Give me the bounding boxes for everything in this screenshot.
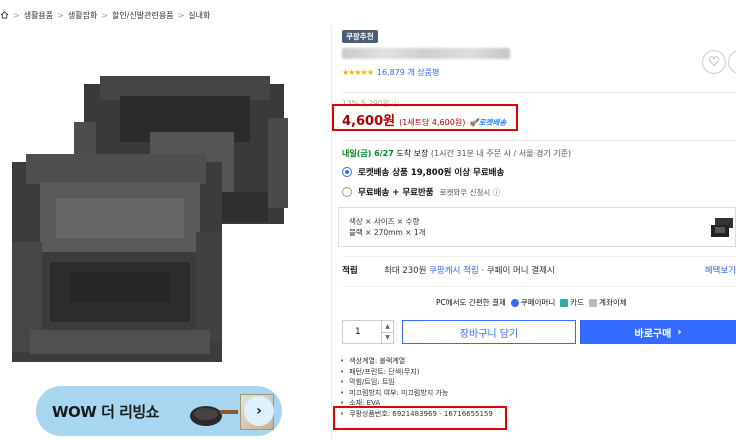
home-icon[interactable] [0, 11, 9, 19]
breadcrumb-item-shoes-care[interactable]: 할인/신발관련용품 [112, 10, 174, 21]
arrival-guarantee: 도착 보장 [396, 149, 429, 158]
shipping-option-wow[interactable]: 무료배송 + 무료반품 로켓와우 신청시 ⓘ [342, 186, 500, 198]
breadcrumb-sep: > [13, 10, 20, 20]
shipping-option-label: 로켓배송 상품 19,800원 이상 무료배송 [358, 168, 505, 178]
shipping-option-sub: 로켓와우 신청시 ⓘ [439, 187, 501, 197]
bank-label: 계좌이체 [599, 298, 627, 307]
unit-price: (1세트당 4,600원) [399, 118, 466, 127]
chevron-right-icon: › [677, 326, 682, 338]
bank-option: 계좌이체 [589, 297, 627, 308]
quantity-stepper[interactable]: 1 ▲ ▼ [342, 320, 394, 344]
benefit-row: 적립 최대 230원 쿠팡캐시 적립 · 쿠페이 머니 결제시 혜택보기 [342, 264, 736, 278]
coupay-option: 쿠페이머니 [510, 297, 556, 308]
list-item: 미끄럼방지 여부: 미끄럼방지 가능 [340, 388, 493, 399]
breadcrumb-item-living[interactable]: 생활용품 [24, 10, 53, 21]
radio-selected[interactable] [342, 167, 352, 177]
shipping-option-label: 무료배송 + 무료반품 [358, 188, 434, 198]
divider [342, 92, 736, 93]
product-code-highlight-box [333, 406, 507, 430]
benefit-amount: 최대 230원 [384, 266, 427, 276]
benefit-more-link[interactable]: 혜택보기 [705, 264, 736, 276]
coupang-recommend-badge: 쿠팡추천 [342, 30, 378, 43]
wow-living-show-banner[interactable]: WOW 더 리빙쇼 › [36, 386, 282, 436]
card-icon [560, 299, 569, 307]
quantity-arrows: ▲ ▼ [381, 321, 393, 343]
benefit-condition: · 쿠페이 머니 결제시 [481, 266, 555, 276]
share-icon[interactable] [728, 50, 736, 74]
option-selector[interactable]: 색상 × 사이즈 × 수량 블랙 × 270mm × 1개 [338, 207, 736, 247]
bank-icon [589, 299, 598, 307]
pc-pay-label: PC에서도 간편한 결제 [436, 298, 506, 307]
banner-title: WOW 더 리빙쇼 [52, 403, 160, 421]
radio-unselected[interactable] [342, 187, 352, 197]
sale-price: 4,600원 [342, 114, 396, 129]
divider [342, 140, 736, 141]
arrival-info: 내일(금) 6/27 도착 보장 (1시간 31분 내 주문 시 / 서울⋅경기… [342, 148, 571, 159]
shipping-option-rocket[interactable]: 로켓배송 상품 19,800원 이상 무료배송 [342, 166, 504, 178]
add-to-cart-button[interactable]: 장바구니 담기 [402, 320, 576, 344]
benefit-text: 최대 230원 쿠팡캐시 적립 · 쿠페이 머니 결제시 [384, 264, 555, 276]
quantity-up-icon[interactable]: ▲ [382, 321, 393, 333]
breadcrumb-sep: > [57, 10, 64, 20]
breadcrumb-item-goods[interactable]: 생활잡화 [68, 10, 97, 21]
coupay-icon [510, 299, 519, 307]
arrival-date: 내일(금) 6/27 [342, 149, 394, 158]
product-image[interactable] [0, 62, 330, 372]
pc-payment-info: PC에서도 간편한 결제 쿠페이머니 카드 계좌이체 [436, 297, 627, 308]
buy-now-button[interactable]: 바로구매 › [580, 320, 736, 344]
divider [342, 286, 736, 287]
card-label: 카드 [570, 298, 585, 307]
arrival-note: (1시간 31분 내 주문 시 / 서울⋅경기 기준) [430, 149, 572, 158]
frying-pan-icon [190, 406, 238, 426]
benefit-label: 적립 [342, 266, 358, 276]
breadcrumb-item-slippers[interactable]: 실내화 [188, 10, 210, 21]
review-count[interactable]: 16,879 개 상품평 [377, 67, 440, 78]
buy-now-label: 바로구매 [634, 328, 672, 340]
rocket-delivery-badge: 🚀로켓배송 [469, 118, 507, 127]
heart-icon[interactable]: ♡ [702, 50, 726, 74]
chevron-right-icon[interactable]: › [244, 396, 274, 426]
coupay-label: 쿠페이머니 [520, 298, 556, 307]
price-row: 4,600원 (1세트당 4,600원) 🚀로켓배송 [342, 110, 506, 129]
coupang-cash-link[interactable]: 쿠팡캐시 적립 [429, 266, 479, 276]
quantity-down-icon[interactable]: ▼ [382, 333, 393, 344]
option-header: 색상 × 사이즈 × 수량 [349, 217, 420, 226]
column-divider [331, 25, 332, 440]
card-option: 카드 [560, 297, 584, 308]
breadcrumb: > 생활용품 > 생활잡화 > 할인/신발관련용품 > 실내화 [0, 8, 210, 22]
star-rating-icon: ★★★★★ [342, 68, 374, 77]
list-item: 막힘/트임: 트임 [340, 377, 493, 388]
option-value: 블랙 × 270mm × 1개 [349, 228, 426, 237]
breadcrumb-sep: > [101, 10, 109, 20]
slipper-front [12, 154, 222, 362]
rating-row[interactable]: ★★★★★ 16,879 개 상품평 [342, 67, 439, 78]
breadcrumb-sep: > [177, 10, 185, 20]
list-item: 패턴/프린트: 단색(무지) [340, 367, 493, 378]
product-title-blurred [342, 48, 510, 59]
divider [342, 256, 736, 257]
option-thumbnail [711, 218, 733, 237]
list-item: 색상계열: 블랙계열 [340, 356, 493, 367]
quantity-value[interactable]: 1 [343, 321, 381, 343]
